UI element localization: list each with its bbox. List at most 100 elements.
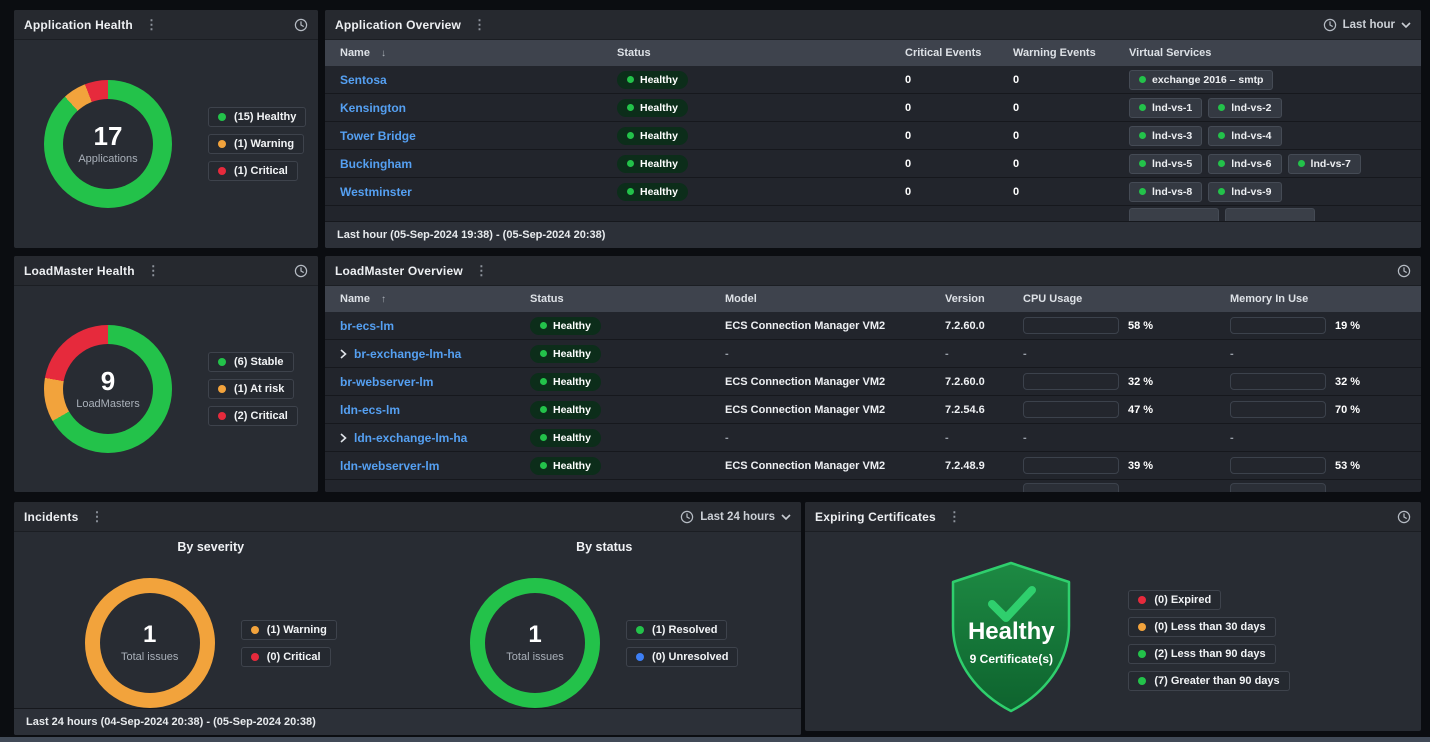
panel-header: LoadMaster Overview ⋮ xyxy=(325,256,1421,286)
kebab-menu-icon[interactable]: ⋮ xyxy=(145,18,158,31)
legend-item-at-risk[interactable]: (1) At risk xyxy=(208,379,294,399)
loadmaster-overview-panel: LoadMaster Overview ⋮ Name↑ Status Model… xyxy=(325,256,1421,492)
clock-icon[interactable] xyxy=(294,264,308,278)
donut-center-label: LoadMasters xyxy=(76,398,140,410)
status-label: Healthy xyxy=(553,432,591,444)
status-badge: Healthy xyxy=(617,183,688,201)
legend-item-greater-90-days[interactable]: (7) Greater than 90 days xyxy=(1128,671,1289,691)
time-window-text: Last hour (05-Sep-2024 19:38) - (05-Sep-… xyxy=(337,229,605,241)
expand-chevron-icon[interactable] xyxy=(340,433,347,443)
column-header-status[interactable]: Status xyxy=(617,47,905,59)
loadmaster-link[interactable]: ldn-exchange-lm-ha xyxy=(354,431,467,445)
legend-item-warning[interactable]: (1) Warning xyxy=(241,620,337,640)
column-header-virtual-services[interactable]: Virtual Services xyxy=(1129,47,1421,59)
memory-usage-bar: 53 % xyxy=(1230,457,1421,474)
virtual-service-tag[interactable]: lnd-vs-3 xyxy=(1129,126,1202,146)
column-header-name[interactable]: Name↓ xyxy=(325,47,617,59)
legend-item-critical[interactable]: (0) Critical xyxy=(241,647,331,667)
clock-icon[interactable] xyxy=(294,18,308,32)
warning-events-count: 0 xyxy=(1013,186,1129,198)
expand-chevron-icon[interactable] xyxy=(340,349,347,359)
status-dot xyxy=(627,160,634,167)
application-link[interactable]: Kensington xyxy=(340,101,406,115)
virtual-service-tag[interactable]: lnd-vs-6 xyxy=(1208,154,1281,174)
legend-item-less-90-days[interactable]: (2) Less than 90 days xyxy=(1128,644,1275,664)
clock-icon[interactable] xyxy=(1397,510,1411,524)
legend-item-critical[interactable]: (1) Critical xyxy=(208,161,298,181)
application-link[interactable]: Sentosa xyxy=(340,73,387,87)
expiring-certificates-panel: Expiring Certificates ⋮ Healthy 9 Certif… xyxy=(805,502,1421,731)
kebab-menu-icon[interactable]: ⋮ xyxy=(147,264,160,277)
legend-dot xyxy=(1138,677,1146,685)
application-overview-panel: Application Overview ⋮ Last hour Name↓ S… xyxy=(325,10,1421,248)
legend-item-less-30-days[interactable]: (0) Less than 30 days xyxy=(1128,617,1275,637)
legend: (15) Healthy (1) Warning (1) Critical xyxy=(208,107,306,181)
clock-icon[interactable] xyxy=(1397,264,1411,278)
loadmaster-link[interactable]: ldn-webserver-lm xyxy=(340,459,439,473)
kebab-menu-icon[interactable]: ⋮ xyxy=(475,264,488,277)
legend-dot xyxy=(636,626,644,634)
status-badge: Healthy xyxy=(530,429,601,447)
vs-status-dot xyxy=(1139,76,1146,83)
status-badge: Healthy xyxy=(617,155,688,173)
kebab-menu-icon[interactable]: ⋮ xyxy=(90,510,103,523)
panel-title: Application Health xyxy=(24,18,133,32)
virtual-service-tag[interactable]: lnd-vs-2 xyxy=(1208,98,1281,118)
column-header-warning-events[interactable]: Warning Events xyxy=(1013,47,1129,59)
application-link[interactable]: Buckingham xyxy=(340,157,412,171)
legend-label: (2) Less than 90 days xyxy=(1154,648,1265,660)
legend-item-critical[interactable]: (2) Critical xyxy=(208,406,298,426)
legend-dot xyxy=(251,653,259,661)
loadmaster-health-donut: 9 LoadMasters xyxy=(44,325,172,453)
vs-status-dot xyxy=(1139,132,1146,139)
virtual-service-tag[interactable]: lnd-vs-8 xyxy=(1129,182,1202,202)
column-header-memory-in-use[interactable]: Memory In Use xyxy=(1230,293,1421,305)
table-row: Westminster Healthy 0 0 lnd-vs-8 lnd-vs-… xyxy=(325,178,1421,206)
status-label: Healthy xyxy=(640,74,678,86)
kebab-menu-icon[interactable]: ⋮ xyxy=(473,18,486,31)
application-link[interactable]: Westminster xyxy=(340,185,412,199)
vs-status-dot xyxy=(1218,132,1225,139)
memory-percent: 53 % xyxy=(1335,460,1360,472)
column-header-version[interactable]: Version xyxy=(945,293,1023,305)
loadmaster-link[interactable]: br-ecs-lm xyxy=(340,319,394,333)
column-header-critical-events[interactable]: Critical Events xyxy=(905,47,1013,59)
cpu-usage-bar: 58 % xyxy=(1023,317,1230,334)
loadmaster-link[interactable]: br-webserver-lm xyxy=(340,375,433,389)
virtual-service-tag[interactable]: lnd-vs-5 xyxy=(1129,154,1202,174)
status-label: Healthy xyxy=(640,130,678,142)
panel-body: 9 LoadMasters (6) Stable (1) At risk (2)… xyxy=(14,286,318,492)
table-row: ldn-exchange-lm-ha Healthy - - - - xyxy=(325,424,1421,452)
kebab-menu-icon[interactable]: ⋮ xyxy=(948,510,961,523)
legend-item-healthy[interactable]: (15) Healthy xyxy=(208,107,306,127)
time-range-dropdown[interactable]: Last hour xyxy=(1323,18,1411,32)
virtual-service-tag[interactable]: lnd-vs-7 xyxy=(1288,154,1361,174)
legend-item-expired[interactable]: (0) Expired xyxy=(1128,590,1221,610)
time-range-dropdown[interactable]: Last 24 hours xyxy=(680,510,791,524)
sort-asc-icon: ↑ xyxy=(381,294,386,305)
loadmaster-link[interactable]: ldn-ecs-lm xyxy=(340,403,400,417)
horizontal-scrollbar[interactable] xyxy=(0,737,1430,742)
vs-status-dot xyxy=(1139,188,1146,195)
virtual-service-tag[interactable]: lnd-vs-9 xyxy=(1208,182,1281,202)
virtual-service-tag[interactable]: exchange 2016 – smtp xyxy=(1129,70,1273,90)
loadmaster-link[interactable]: br-exchange-lm-ha xyxy=(354,347,461,361)
clock-icon xyxy=(680,510,694,524)
clipped-tag xyxy=(1225,208,1315,221)
column-header-model[interactable]: Model xyxy=(725,293,945,305)
legend-item-warning[interactable]: (1) Warning xyxy=(208,134,304,154)
vs-label: lnd-vs-5 xyxy=(1152,158,1192,170)
legend-item-stable[interactable]: (6) Stable xyxy=(208,352,294,372)
warning-events-count: 0 xyxy=(1013,158,1129,170)
column-header-name[interactable]: Name↑ xyxy=(325,293,530,305)
column-header-cpu-usage[interactable]: CPU Usage xyxy=(1023,293,1230,305)
legend-item-unresolved[interactable]: (0) Unresolved xyxy=(626,647,738,667)
virtual-service-tag[interactable]: lnd-vs-1 xyxy=(1129,98,1202,118)
table-row: br-ecs-lm Healthy ECS Connection Manager… xyxy=(325,312,1421,340)
legend-item-resolved[interactable]: (1) Resolved xyxy=(626,620,727,640)
application-link[interactable]: Tower Bridge xyxy=(340,129,416,143)
virtual-service-tag[interactable]: lnd-vs-4 xyxy=(1208,126,1281,146)
column-header-status[interactable]: Status xyxy=(530,293,725,305)
status-badge: Healthy xyxy=(530,457,601,475)
clipped-bar xyxy=(1023,483,1119,492)
